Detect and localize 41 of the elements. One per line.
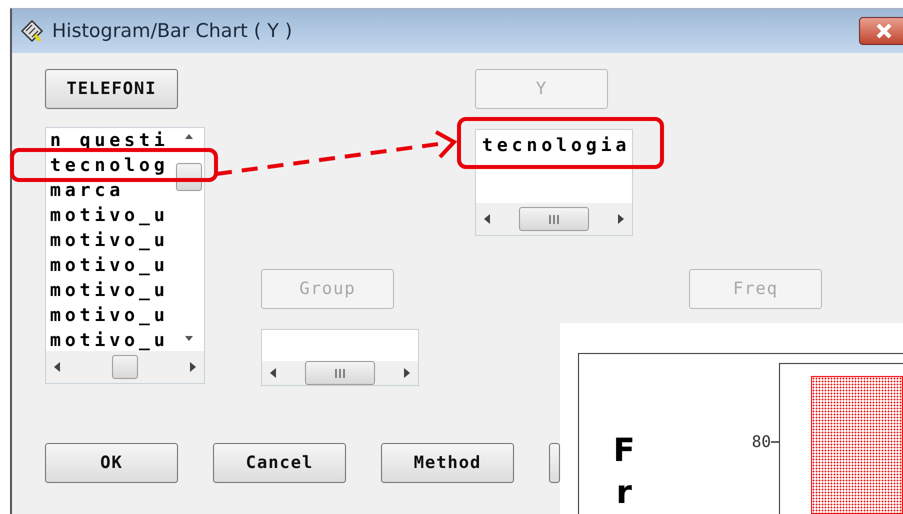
variable-item[interactable]: marca [50,178,124,203]
close-button[interactable] [859,17,903,45]
window-title: Histogram/Bar Chart ( Y ) [52,20,294,42]
horizontal-scrollbar[interactable] [476,203,632,235]
dialog-button[interactable]: Method [381,443,514,483]
dialog-button[interactable]: Cancel [213,443,346,483]
scroll-down-icon[interactable] [185,336,193,341]
horizontal-scrollbar[interactable] [46,351,204,383]
variable-item[interactable]: motivo_u [50,228,169,253]
variable-item[interactable]: motivo_u [50,278,169,303]
y-variable-item[interactable]: tecnologia [482,133,630,158]
variable-list[interactable]: n_questi tecnolog marca motivo_u motivo_u motivo_u motivo_u motivo_u motivo_u [45,127,205,384]
y-variable-list[interactable]: tecnologia [475,129,633,236]
dataset-button[interactable]: TELEFONI [45,69,178,109]
variable-item[interactable]: motivo_u [50,328,169,351]
axis-label-letter: F [613,430,635,471]
scroll-left-icon[interactable] [484,214,490,224]
scroll-left-icon[interactable] [54,362,60,372]
scroll-right-icon[interactable] [190,362,196,372]
dialog-button[interactable]: OK [45,443,178,483]
axis-tick-label: 80 [752,432,771,452]
axis-label-letter: r [616,472,632,513]
variable-item[interactable]: motivo_u [50,203,169,228]
scrollbar-thumb[interactable] [305,361,375,385]
grip-icon [548,214,560,224]
scroll-right-icon[interactable] [618,214,624,224]
variable-item[interactable]: motivo_u [50,253,169,278]
scroll-left-icon[interactable] [270,368,276,378]
scrollbar-thumb[interactable] [519,207,589,231]
variable-item[interactable]: motivo_u [50,303,169,328]
close-icon [874,23,894,39]
scroll-up-icon[interactable] [185,134,193,139]
horizontal-scrollbar[interactable] [262,361,418,385]
variable-item[interactable]: tecnolog [50,153,169,178]
scroll-right-icon[interactable] [404,368,410,378]
grip-icon [334,368,346,378]
dialog-button[interactable] [549,443,560,483]
scrollbar-thumb[interactable] [112,355,138,379]
variable-item[interactable]: n_questi [50,128,169,153]
group-field[interactable] [261,329,419,386]
chart-app-icon [20,19,44,43]
